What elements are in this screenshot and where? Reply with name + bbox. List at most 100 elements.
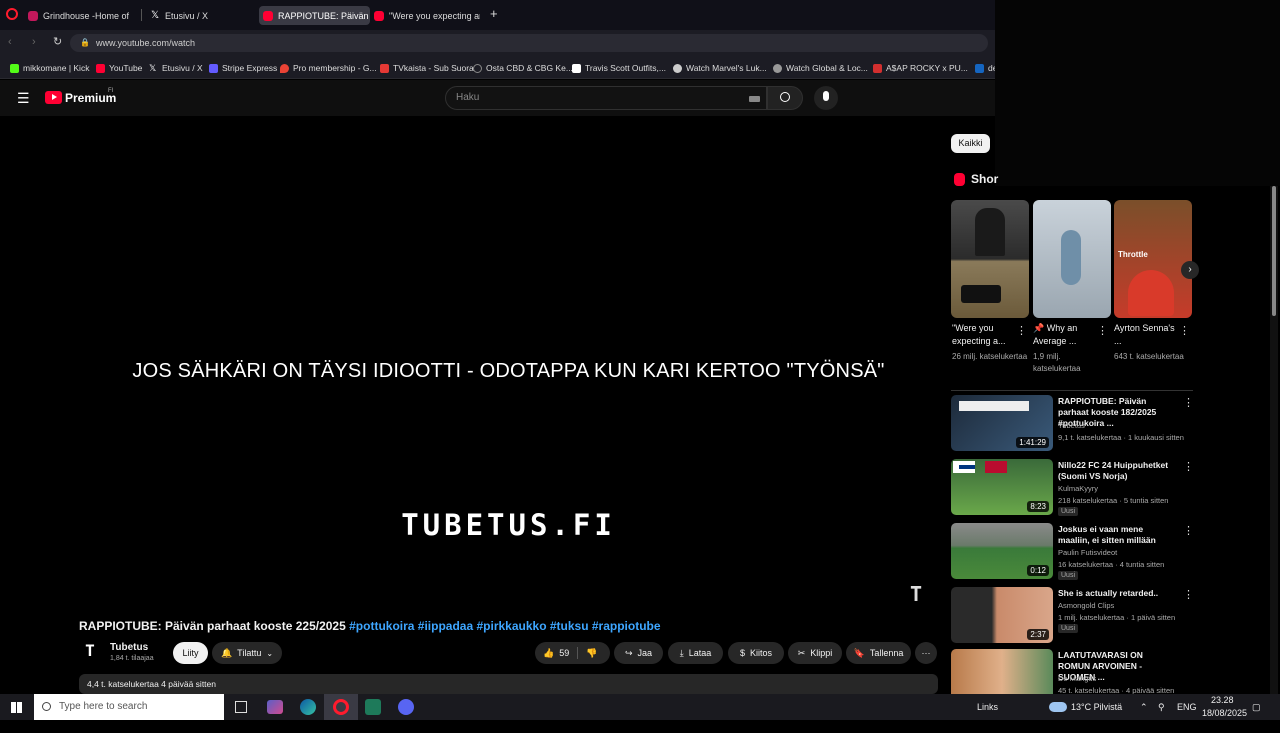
recommended-video[interactable]: 0:12 Joskus ei vaan mene maaliin, ei sit… [951, 523, 1194, 581]
more-vert-icon[interactable]: ⋮ [1179, 324, 1190, 337]
bookmark-item[interactable]: Travis Scott Outfits,... [572, 61, 666, 75]
short-views: 26 milj. katselukertaa [952, 352, 1028, 361]
app-icon[interactable] [365, 699, 381, 715]
short-title[interactable]: Ayrton Senna's ... [1114, 322, 1180, 348]
bookmark-item[interactable]: YouTube [96, 61, 142, 75]
bookmark-item[interactable]: Watch Global & Loc... [773, 61, 868, 75]
tab-label: RAPPIOTUBE: Päivän [278, 10, 369, 21]
notifications-icon[interactable]: ▢ [1252, 694, 1261, 720]
bookmark-item[interactable]: A$AP ROCKY x PU... [873, 61, 968, 75]
channel-watermark-logo[interactable]: T [910, 582, 922, 606]
thumbs-up-icon[interactable]: 👍 [543, 648, 554, 659]
recommended-video[interactable]: LAATUTAVARASI ON ROMUN ARVOINEN - SUOMEN… [951, 649, 1181, 694]
keyboard-icon[interactable] [749, 96, 760, 102]
channel-name: De Mangus [1058, 674, 1097, 683]
bookmark-item[interactable]: Osta CBD & CBG Ke... [473, 61, 573, 75]
duration-badge: 1:41:29 [1016, 437, 1049, 448]
bookmark-item[interactable]: Stripe Express [209, 61, 277, 75]
channel-name[interactable]: Tubetus [110, 642, 148, 653]
hashtag-links[interactable]: #pottukoira #iippadaa #pirkkaukko #tuksu… [349, 619, 660, 633]
tab-grindhouse[interactable]: Grindhouse -Home of Fig [24, 6, 132, 25]
thumbnail-flag [985, 461, 1007, 473]
short-title[interactable]: "Were you expecting a... [952, 322, 1018, 348]
voice-search-button[interactable] [814, 86, 838, 110]
opera-menu-icon[interactable] [6, 8, 18, 20]
save-button[interactable]: 🔖 Tallenna [846, 642, 911, 664]
search-button[interactable] [767, 86, 803, 110]
back-icon[interactable]: ‹ [8, 36, 12, 48]
cbd-icon [473, 63, 482, 73]
more-vert-icon[interactable]: ⋮ [1183, 460, 1194, 473]
short-thumbnail[interactable]: Throttle [1114, 200, 1192, 318]
more-vert-icon[interactable]: ⋮ [1183, 588, 1194, 601]
more-vert-icon[interactable]: ⋮ [1183, 396, 1194, 409]
task-view-icon[interactable] [235, 701, 247, 713]
windows-start-icon[interactable] [11, 702, 22, 713]
bookmark-item[interactable]: mikkomane | Kick [10, 61, 89, 75]
tab-were-you-expecting[interactable]: "Were you expecting an e [370, 6, 480, 25]
edge-icon[interactable] [300, 699, 316, 715]
more-vert-icon[interactable]: ⋮ [1097, 324, 1108, 337]
subscribed-button[interactable]: 🔔 Tilattu ⌄ [212, 642, 282, 664]
language-indicator[interactable]: ENG [1177, 694, 1197, 720]
hamburger-menu-icon[interactable]: ☰ [17, 90, 30, 107]
thanks-button[interactable]: $ Kiitos [728, 642, 784, 664]
more-vert-icon[interactable]: ⋮ [1183, 524, 1194, 537]
search-input[interactable]: Haku [445, 86, 767, 110]
bookmark-item[interactable]: Pro membership - G... [280, 61, 377, 75]
youtube-icon [96, 63, 105, 73]
more-vert-icon[interactable]: ⋮ [1016, 324, 1027, 337]
clock-date[interactable]: 18/08/2025 [1202, 707, 1247, 733]
video-thumbnail: 0:12 [951, 523, 1053, 579]
short-thumbnail[interactable] [1033, 200, 1111, 318]
short-thumbnail[interactable] [951, 200, 1029, 318]
bookmark-item[interactable]: TVkaista - Sub Suora [380, 61, 474, 75]
description-box[interactable]: 4,4 t. katselukertaa 4 päivää sitten [79, 674, 938, 694]
share-button[interactable]: ↪ Jaa [614, 642, 663, 664]
page-scrollbar[interactable] [1270, 186, 1278, 694]
recommended-video[interactable]: 1:41:29 RAPPIOTUBE: Päivän parhaat koost… [951, 395, 1194, 453]
url-field[interactable]: 🔒 www.youtube.com/watch [70, 34, 988, 52]
video-thumbnail: 8:23 [951, 459, 1053, 515]
links-toolbar[interactable]: Links [977, 694, 998, 720]
shorts-next-button[interactable]: › [1181, 261, 1199, 279]
bookmark-item[interactable]: Watch Marvel's Luk... [673, 61, 767, 75]
teams-icon[interactable] [267, 700, 283, 714]
pin-icon [280, 63, 289, 73]
join-button[interactable]: Liity [173, 642, 208, 664]
divider [951, 390, 1193, 391]
recommended-video[interactable]: 2:37 She is actually retarded.. Asmongol… [951, 587, 1194, 645]
duration-badge: 0:12 [1027, 565, 1049, 576]
network-icon[interactable]: ⚲ [1158, 694, 1165, 720]
download-button[interactable]: ⤓ Lataa [668, 642, 723, 664]
tab-rappiotube-active[interactable]: RAPPIOTUBE: Päivän [259, 6, 370, 25]
recommended-video[interactable]: 8:23 Nillo22 FC 24 Huippuhetket (Suomi V… [951, 459, 1194, 517]
bookmark-icon [975, 63, 984, 73]
youtube-icon [374, 10, 384, 21]
chevron-up-icon[interactable]: ⌃ [1140, 694, 1148, 720]
chip-all[interactable]: Kaikki [951, 134, 990, 153]
weather-widget[interactable]: 13°C Pilvistä [1071, 694, 1122, 720]
clip-button[interactable]: ✂ Klippi [788, 642, 842, 664]
tab-x-home[interactable]: 𝕏 Etusivu / X [146, 6, 254, 25]
taskbar-search-input[interactable]: Type here to search [34, 694, 224, 720]
duration-badge: 2:37 [1027, 629, 1049, 640]
shorts-icon [954, 173, 965, 186]
reload-icon[interactable]: ↻ [53, 35, 62, 48]
channel-avatar[interactable]: T [79, 640, 101, 662]
forward-icon[interactable]: › [32, 36, 36, 48]
chevron-down-icon: ⌄ [266, 648, 274, 658]
new-tab-button[interactable]: + [490, 6, 498, 21]
like-dislike-button[interactable]: 👍 59 👎 [535, 642, 610, 664]
bookmark-item[interactable]: 𝕏 Etusivu / X [149, 61, 203, 75]
discord-icon[interactable] [398, 699, 414, 715]
short-image [1128, 270, 1174, 316]
thumbs-down-icon[interactable]: 👎 [586, 648, 597, 659]
duration-badge: 8:23 [1027, 501, 1049, 512]
more-actions-button[interactable]: ··· [915, 642, 937, 664]
scissors-icon: ✂ [797, 647, 806, 658]
scrollbar-thumb[interactable] [1272, 186, 1276, 316]
new-badge: Uusi [1058, 571, 1079, 580]
region-code: FI [108, 88, 114, 94]
short-title[interactable]: 📌 Why an Average ... [1033, 322, 1099, 348]
